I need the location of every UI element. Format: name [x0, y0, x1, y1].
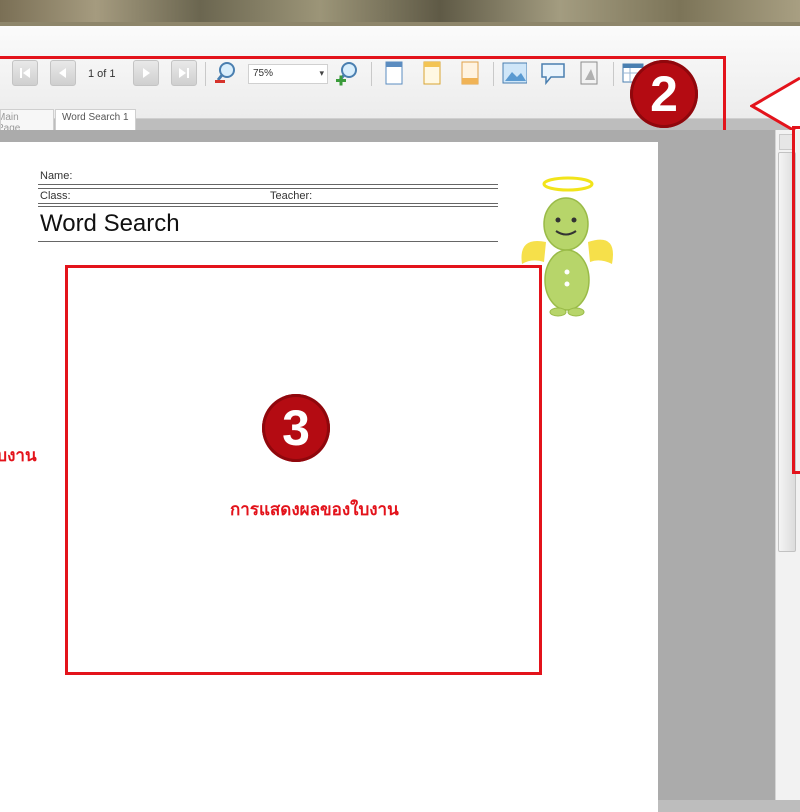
tab-bar: Main Page Word Search 1	[0, 106, 770, 130]
title-line	[38, 241, 498, 242]
step-marker-3: 3	[262, 394, 330, 462]
name-line	[38, 184, 498, 185]
class-label: Class:	[40, 190, 71, 202]
class-line	[38, 206, 498, 207]
tab-word-search[interactable]: Word Search 1	[55, 109, 136, 130]
highlight-box-right	[792, 126, 800, 474]
document-viewport: Name: Class: Teacher: Word Search 3 การแ…	[0, 130, 775, 812]
highlight-box-worksheet	[65, 265, 542, 675]
tab-main-page[interactable]: Main Page	[0, 109, 54, 130]
worksheet-display-caption: การแสดงผลของใบงาน	[230, 500, 399, 519]
name-label: Name:	[40, 170, 73, 182]
left-caption: ใบงาน	[0, 446, 37, 465]
background-photo-strip	[0, 0, 800, 26]
name-line	[38, 188, 498, 189]
worksheet-title: Word Search	[40, 210, 180, 237]
teacher-label: Teacher:	[270, 190, 313, 202]
class-line	[38, 203, 498, 204]
